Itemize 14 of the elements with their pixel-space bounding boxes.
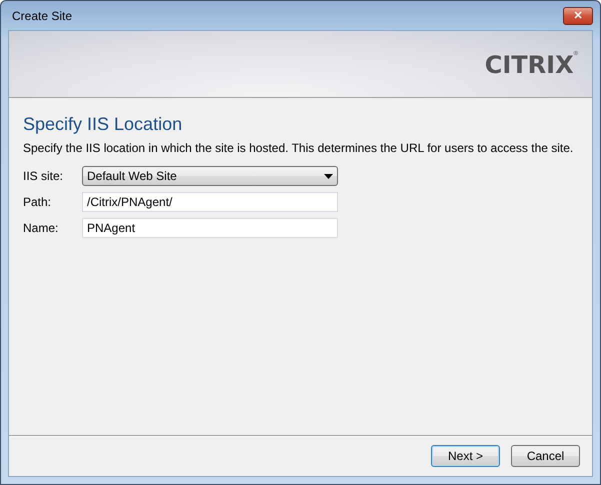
window-title: Create Site [12, 8, 72, 22]
dialog-button[interactable]: Cancel [511, 445, 580, 467]
field-label: Name: [23, 221, 60, 235]
field-label: Path: [23, 195, 52, 209]
text-field[interactable]: /Citrix/PNAgent/ [82, 192, 338, 212]
dialog-button[interactable]: Next > [431, 445, 500, 467]
dropdown-arrow-icon [324, 174, 333, 178]
close-button[interactable]: ✕ [563, 6, 593, 24]
page-description: Specify the IIS location in which the site is hosted. This determines the URL for users to access the site. [23, 141, 574, 155]
dropdown[interactable]: Default Web Site [82, 166, 338, 186]
logo: CITRIX [484, 51, 574, 79]
page-heading: Specify IIS Location [23, 114, 184, 135]
field-label: IIS site: [23, 169, 64, 183]
text-field[interactable]: PNAgent [82, 218, 338, 238]
